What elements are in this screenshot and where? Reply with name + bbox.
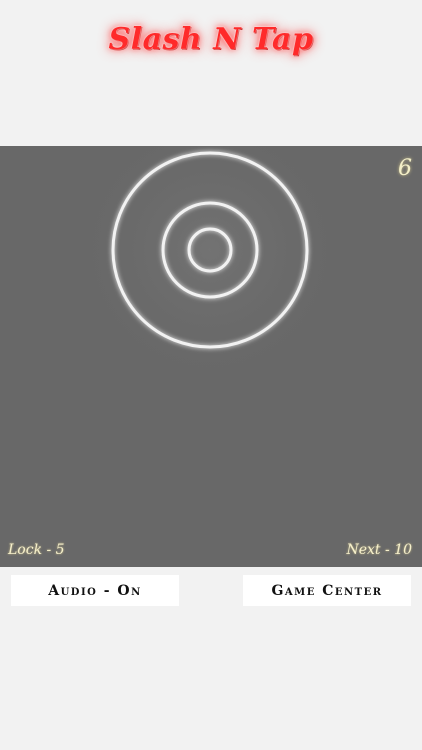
ring-halo — [60, 146, 360, 400]
game-title: Slash N Tap — [108, 22, 314, 57]
game-center-button[interactable]: Game Center — [243, 575, 411, 606]
game-screen: Slash N Tap 6 Lock - 5 Next - 10 Audio -… — [0, 0, 422, 750]
target-rings[interactable] — [0, 146, 422, 567]
game-board[interactable]: 6 Lock - 5 Next - 10 — [0, 146, 422, 567]
lock-counter: Lock - 5 — [8, 542, 65, 558]
next-counter: Next - 10 — [346, 542, 412, 558]
score-counter: 6 — [398, 156, 412, 181]
audio-toggle-button[interactable]: Audio - On — [11, 575, 179, 606]
